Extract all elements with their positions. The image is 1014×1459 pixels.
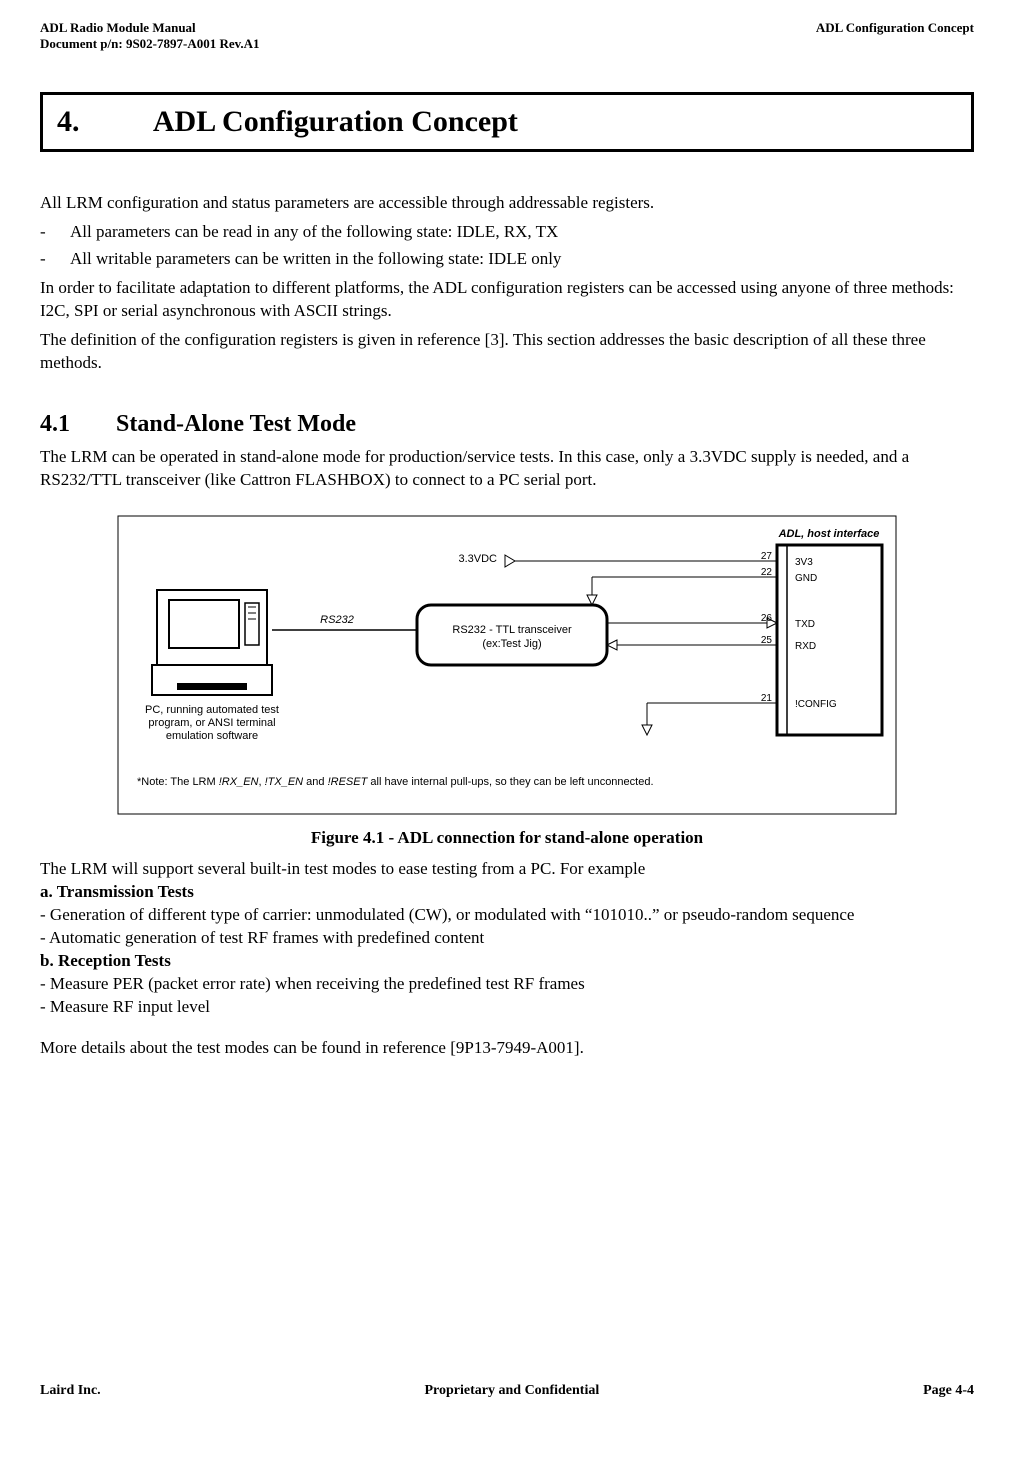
intro-bullet-list: - All parameters can be read in any of t… bbox=[40, 221, 974, 271]
header-doc-pn: Document p/n: 9S02-7897-A001 Rev.A1 bbox=[40, 36, 260, 52]
pin-25-label: RXD bbox=[795, 641, 816, 652]
pin-22-num: 22 bbox=[761, 567, 773, 578]
tests-a-line2: - Automatic generation of test RF frames… bbox=[40, 927, 974, 950]
section-title: Stand-Alone Test Mode bbox=[116, 411, 356, 437]
transceiver-line1: RS232 - TTL transceiver bbox=[452, 624, 572, 636]
tests-a-heading: a. Transmission Tests bbox=[40, 881, 974, 904]
pin-21-num: 21 bbox=[761, 693, 773, 704]
header-section-name: ADL Configuration Concept bbox=[816, 20, 974, 52]
tests-b-line1: - Measure PER (packet error rate) when r… bbox=[40, 973, 974, 996]
header-product-title: ADL Radio Module Manual bbox=[40, 20, 260, 36]
after-fig-closing: More details about the test modes can be… bbox=[40, 1037, 974, 1060]
tests-a-line1: - Generation of different type of carrie… bbox=[40, 904, 974, 927]
footer-confidential: Proprietary and Confidential bbox=[425, 1383, 600, 1399]
adl-header-label: ADL, host interface bbox=[778, 528, 880, 540]
section-heading-4-1: 4.1 Stand-Alone Test Mode bbox=[40, 411, 974, 438]
intro-bullet-2: All writable parameters can be written i… bbox=[70, 248, 561, 271]
pin-27-label: 3V3 bbox=[795, 557, 813, 568]
rs232-label: RS232 bbox=[320, 614, 354, 626]
figure-note: *Note: The LRM !RX_EN, !TX_EN and !RESET… bbox=[137, 776, 654, 788]
intro-bullet-1: All parameters can be read in any of the… bbox=[70, 221, 558, 244]
intro-paragraph-3: The definition of the configuration regi… bbox=[40, 329, 974, 375]
footer-company: Laird Inc. bbox=[40, 1383, 101, 1399]
section-number: 4.1 bbox=[40, 411, 110, 438]
tests-b-line2: - Measure RF input level bbox=[40, 996, 974, 1019]
pin-22-label: GND bbox=[795, 573, 817, 584]
pin-25-num: 25 bbox=[761, 635, 773, 646]
page-footer: Laird Inc. Proprietary and Confidential … bbox=[40, 1383, 974, 1399]
figure-4-1: PC, running automated test program, or A… bbox=[40, 515, 974, 820]
pin-26-label: TXD bbox=[795, 619, 815, 630]
transceiver-line2: (ex:Test Jig) bbox=[482, 638, 541, 650]
page-header: ADL Radio Module Manual Document p/n: 9S… bbox=[40, 20, 974, 52]
after-fig-intro: The LRM will support several built-in te… bbox=[40, 858, 974, 881]
pc-caption-line2: program, or ANSI terminal bbox=[148, 717, 275, 729]
tests-b-heading: b. Reception Tests bbox=[40, 950, 974, 973]
chapter-number: 4. bbox=[57, 105, 147, 139]
chapter-heading-box: 4. ADL Configuration Concept bbox=[40, 92, 974, 152]
intro-paragraph-1: All LRM configuration and status paramet… bbox=[40, 192, 974, 215]
chapter-title: ADL Configuration Concept bbox=[153, 105, 518, 138]
pin-27-num: 27 bbox=[761, 551, 773, 562]
pin-21-label: !CONFIG bbox=[795, 699, 837, 710]
pc-caption-line1: PC, running automated test bbox=[145, 704, 279, 716]
section-4-1-paragraph: The LRM can be operated in stand-alone m… bbox=[40, 446, 974, 492]
pin-26-num: 26 bbox=[761, 613, 773, 624]
bullet-dash: - bbox=[40, 221, 70, 244]
footer-page-number: Page 4-4 bbox=[923, 1383, 974, 1399]
diagram-svg: PC, running automated test program, or A… bbox=[117, 515, 897, 815]
pc-icon bbox=[152, 590, 272, 695]
figure-caption: Figure 4.1 - ADL connection for stand-al… bbox=[40, 828, 974, 848]
vdc-label: 3.3VDC bbox=[458, 553, 497, 565]
bullet-dash: - bbox=[40, 248, 70, 271]
intro-paragraph-2: In order to facilitate adaptation to dif… bbox=[40, 277, 974, 323]
pc-caption-line3: emulation software bbox=[166, 730, 258, 742]
